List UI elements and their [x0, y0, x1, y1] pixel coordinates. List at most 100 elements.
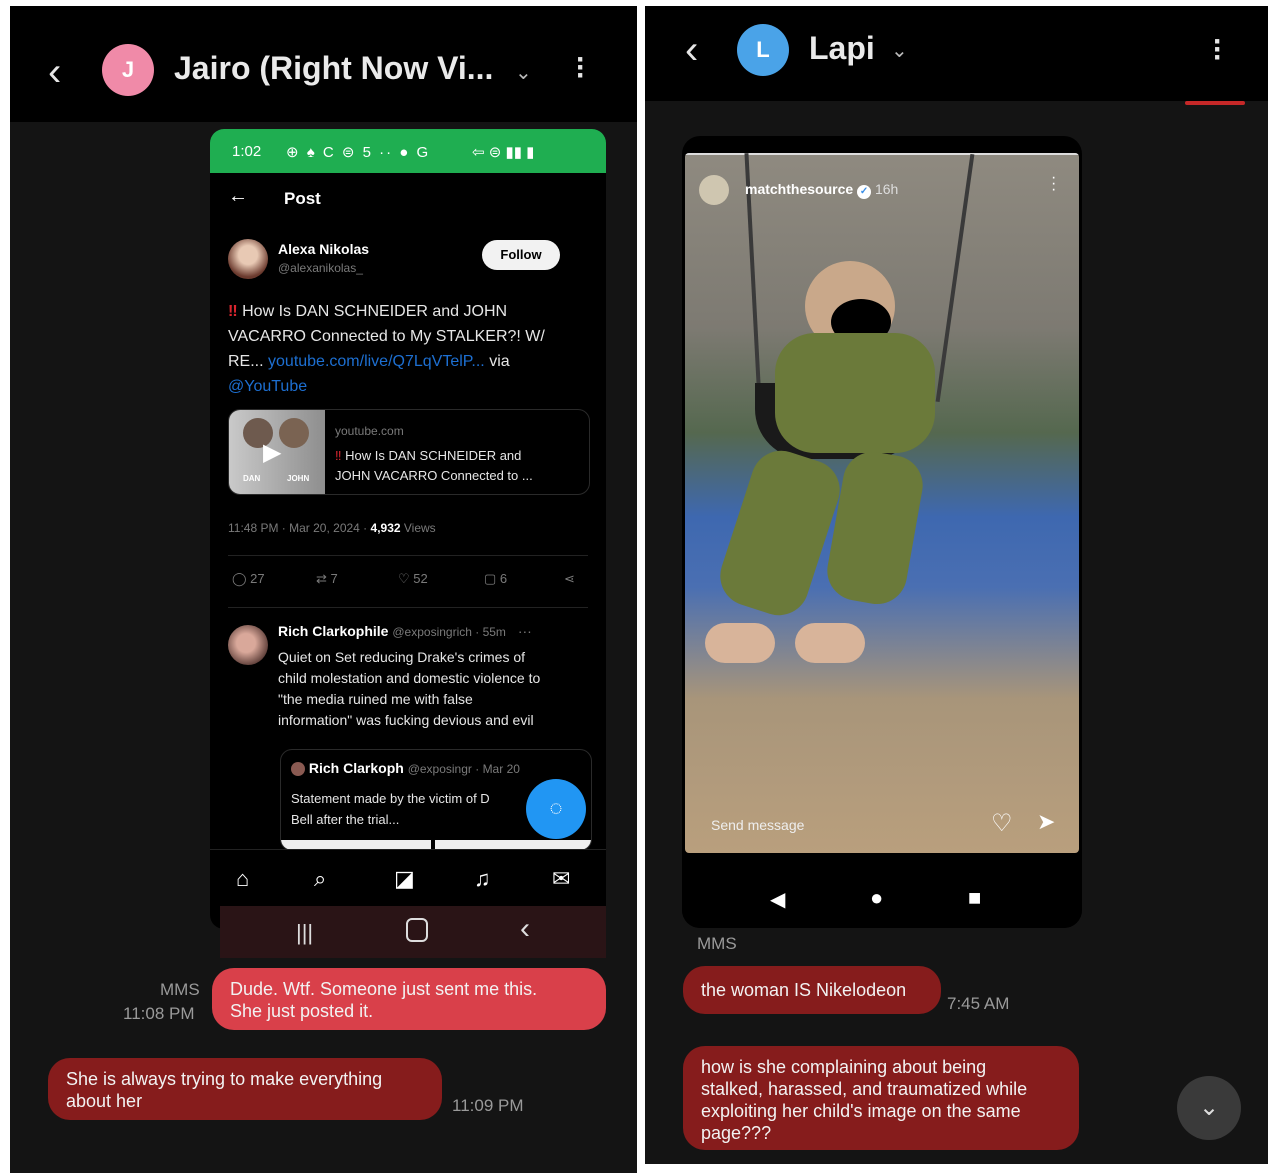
- avatar[interactable]: L: [737, 24, 789, 76]
- card-title-line: JOHN VACARRO Connected to ...: [335, 468, 533, 483]
- message-line: Dude. Wtf. Someone just sent me this.: [230, 979, 538, 999]
- message-time: 11:09 PM: [452, 1096, 524, 1115]
- face-image: [279, 418, 309, 448]
- mms-label: MMS: [160, 980, 200, 999]
- message-line: about her: [66, 1091, 143, 1111]
- reply-line: Quiet on Set reducing Drake's crimes of: [278, 649, 526, 665]
- conversation-header: ‹ J Jairo (Right Now Vi... ⌄ · · ·: [10, 6, 637, 122]
- avatar[interactable]: J: [102, 44, 154, 96]
- message-time: 11:08 PM: [123, 1004, 195, 1023]
- more-options-icon[interactable]: · · ·: [1213, 27, 1223, 73]
- child-body: [775, 333, 935, 453]
- repost-count: 7: [330, 571, 338, 586]
- reply-handle: @exposingrich · 55m: [392, 625, 506, 639]
- alert-icon: ‼: [335, 448, 342, 463]
- child-leg: [822, 447, 928, 609]
- bookmark-icon: ▢ 6: [484, 571, 508, 586]
- bell-icon: ♫: [474, 866, 491, 891]
- card-domain: youtube.com: [335, 424, 404, 438]
- child-foot: [795, 623, 865, 663]
- back-triangle-icon: ◀: [770, 889, 786, 911]
- tweet-line: RE...: [228, 353, 264, 370]
- quote-line: Bell after the trial...: [291, 812, 400, 827]
- received-message[interactable]: how is she complaining about being stalk…: [683, 1046, 1079, 1150]
- sent-message[interactable]: Dude. Wtf. Someone just sent me this. Sh…: [212, 968, 606, 1030]
- author-handle: @alexanikolas_: [278, 261, 363, 275]
- contact-name[interactable]: Lapi: [809, 30, 875, 67]
- message-line: She is always trying to make everything: [66, 1069, 383, 1089]
- avatar: [291, 762, 305, 777]
- home-circle-icon: [406, 918, 428, 942]
- avatar: [228, 239, 268, 279]
- more-options-icon: · · ·: [1051, 169, 1057, 198]
- like-count: 52: [413, 571, 428, 586]
- alert-icon: ‼: [228, 303, 238, 320]
- system-nav-bar: ◀ ● ■: [682, 871, 1082, 928]
- tweet-line: via: [489, 353, 510, 370]
- more-options-icon[interactable]: · · ·: [576, 45, 586, 91]
- post-title: Post: [284, 189, 321, 208]
- bookmark-count: 6: [499, 571, 508, 586]
- message-line: stalked, harassed, and traumatized while: [701, 1079, 1028, 1099]
- send-message-input: Send message: [711, 817, 805, 833]
- story-username: matchthesource: [745, 181, 854, 197]
- twitter-tab-bar: ⌂ ⌕ ◪ ♫ ✉: [210, 849, 606, 912]
- quote-handle: @exposingr · Mar 20: [407, 762, 520, 776]
- status-time: 1:02: [232, 143, 262, 160]
- back-arrow-icon[interactable]: ‹: [48, 52, 61, 92]
- thumb-label: DAN: [243, 474, 261, 483]
- message-line: exploiting her child's image on the same: [701, 1101, 1021, 1121]
- quote-author: Rich Clarkoph: [308, 760, 404, 776]
- video-thumbnail: ▶ DAN JOHN: [229, 410, 325, 494]
- more-icon: ···: [517, 623, 532, 639]
- embedded-nav-bar: ||| ‹: [220, 906, 606, 958]
- chevron-down-icon[interactable]: ⌄: [891, 38, 908, 63]
- child-leg: [712, 443, 848, 623]
- view-count: 4,932: [370, 521, 401, 535]
- left-conversation: ‹ J Jairo (Right Now Vi... ⌄ · · · 1:02 ⊕ …: [10, 6, 637, 1173]
- mail-icon: ✉: [552, 866, 571, 891]
- author-name: Alexa Nikolas: [278, 241, 370, 257]
- heart-icon: ♡: [991, 810, 1013, 837]
- recents-icon: |||: [296, 920, 314, 945]
- tweet-line: VACARRO Connected to My STALKER?! W/: [228, 328, 545, 345]
- quote-header: Rich Clarkoph @exposingr · Mar 20: [291, 760, 520, 777]
- play-icon: ▶: [263, 439, 282, 466]
- status-icons: ⊕ ♠ C ⊜ 5 ·· ● G: [286, 144, 431, 161]
- divider: [228, 555, 588, 556]
- search-icon: ⌕: [314, 866, 327, 891]
- tweet-line: How Is DAN SCHNEIDER and JOHN: [242, 303, 508, 320]
- signal-icons: ⇦ ⊜ ▮▮ ▮: [472, 144, 535, 161]
- view-label: Views: [400, 521, 436, 535]
- thumb-label: JOHN: [287, 474, 310, 483]
- received-message[interactable]: She is always trying to make everything …: [48, 1058, 442, 1120]
- home-icon: ⌂: [236, 866, 250, 891]
- scroll-to-bottom-button[interactable]: ⌄: [1177, 1076, 1241, 1140]
- message-line: how is she complaining about being: [701, 1057, 987, 1077]
- reply-author: Rich Clarkophile: [278, 623, 389, 639]
- message-line: page???: [701, 1123, 772, 1143]
- post-header: ← Post: [210, 175, 606, 225]
- link-card: ▶ DAN JOHN youtube.com ‼ How Is DAN SCHN…: [228, 409, 590, 495]
- reply-icon: ◯ 27: [232, 571, 265, 586]
- child-foot: [705, 623, 775, 663]
- reply-count: 27: [250, 571, 265, 586]
- tweet-link: youtube.com/live/Q7LqVTelP...: [268, 353, 485, 370]
- story-header: matchthesource ✓ 16h: [745, 181, 898, 199]
- card-title: ‼ How Is DAN SCHNEIDER and JOHN VACARRO …: [335, 446, 533, 486]
- swing-chain: [935, 153, 975, 403]
- mms-image-attachment[interactable]: 1:02 ⊕ ♠ C ⊜ 5 ·· ● G ⇦ ⊜ ▮▮ ▮ ← Post Al…: [210, 129, 606, 929]
- received-message[interactable]: the woman IS Nikelodeon: [683, 966, 941, 1014]
- post-meta: 11:48 PM · Mar 20, 2024 · 4,932 Views: [228, 521, 436, 535]
- contact-name[interactable]: Jairo (Right Now Vi...: [174, 50, 493, 87]
- reply-text: Quiet on Set reducing Drake's crimes of …: [278, 647, 598, 731]
- back-icon: ‹: [520, 912, 530, 945]
- reply-line: child molestation and domestic violence …: [278, 670, 541, 686]
- story-image: matchthesource ✓ 16h · · · Send message ♡ …: [685, 153, 1079, 853]
- mms-image-attachment[interactable]: matchthesource ✓ 16h · · · Send message ♡ …: [682, 136, 1082, 928]
- follow-button: Follow: [482, 240, 560, 270]
- reply-header: Rich Clarkophile @exposingrich · 55m ···: [278, 623, 532, 639]
- chevron-down-icon[interactable]: ⌄: [515, 60, 532, 85]
- back-arrow-icon[interactable]: ‹: [685, 30, 698, 70]
- story-age: 16h: [874, 181, 899, 197]
